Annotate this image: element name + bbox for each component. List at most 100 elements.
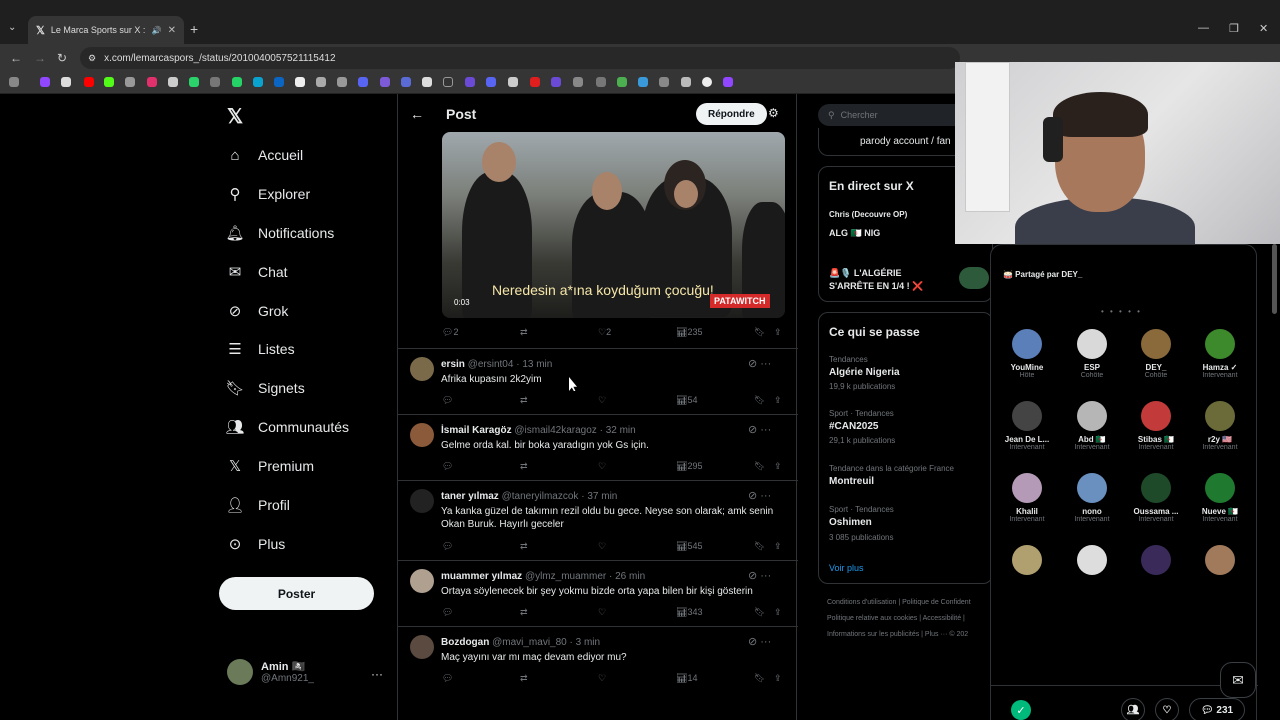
bookmark-icon-14[interactable] bbox=[316, 77, 326, 87]
speaker[interactable]: Stibas 🇩🇿 Intervenant bbox=[1128, 401, 1184, 451]
nav-explorer[interactable]: ⚲ Explorer bbox=[226, 182, 311, 206]
bookmark-icon-10[interactable] bbox=[232, 77, 242, 87]
apps-icon[interactable] bbox=[9, 77, 19, 87]
views-icon[interactable]: 📊︎ 545 bbox=[676, 541, 702, 552]
nav-chat[interactable]: ✉ Chat bbox=[226, 260, 288, 284]
nav-accueil[interactable]: ⌂ Accueil bbox=[226, 143, 303, 167]
bookmark-icon-28[interactable] bbox=[617, 77, 627, 87]
nav-profil[interactable]: 👤︎ Profil bbox=[225, 493, 289, 517]
forward-icon[interactable]: → bbox=[34, 51, 46, 65]
like-icon[interactable]: ♡ 2 bbox=[598, 327, 611, 338]
reply-tweet[interactable]: ersin @ersint04 · 13 min ⊘ ··· Afrika ku… bbox=[398, 348, 798, 414]
speaker[interactable] bbox=[1064, 545, 1120, 575]
share-icon[interactable]: ⇪ bbox=[774, 541, 782, 552]
reply-button[interactable]: Répondre bbox=[696, 103, 767, 125]
account-more-icon[interactable]: ··· bbox=[371, 667, 383, 681]
more-icon[interactable]: ⊘ ··· bbox=[748, 489, 771, 502]
footer-links[interactable]: Conditions d'utilisation | Politique de … bbox=[827, 599, 971, 606]
account-switcher[interactable]: Amin 🏴‍☠️ @Amn921_ bbox=[227, 659, 314, 685]
bookmark-icon-29[interactable] bbox=[638, 77, 648, 87]
speaker[interactable]: Oussama ... Intervenant bbox=[1128, 473, 1184, 523]
speaker[interactable]: DEY_ Cohôte bbox=[1128, 329, 1184, 379]
retweet-icon[interactable]: ⇄ bbox=[520, 607, 528, 618]
bookmark-icon-22[interactable] bbox=[486, 77, 496, 87]
reply-tweet[interactable]: İsmail Karagöz @ismail42karagoz · 32 min… bbox=[398, 414, 798, 480]
nav-grok[interactable]: ⊘ Grok bbox=[226, 299, 289, 323]
nav-listes[interactable]: ☰ Listes bbox=[226, 337, 294, 361]
views-icon[interactable]: 📊︎ 235 bbox=[676, 327, 702, 338]
bookmark-icon-30[interactable] bbox=[659, 77, 669, 87]
views-icon[interactable]: 📊︎ 343 bbox=[676, 607, 702, 618]
x-logo-icon[interactable]: 𝕏 bbox=[227, 104, 243, 129]
bookmark-icon-24[interactable] bbox=[530, 77, 540, 87]
back-arrow-icon[interactable]: ← bbox=[410, 106, 424, 122]
carousel-dots[interactable]: • • • • • bbox=[1101, 307, 1142, 316]
page-scrollbar[interactable] bbox=[1272, 244, 1277, 314]
views-icon[interactable]: 📊︎ 14 bbox=[676, 673, 697, 684]
like-icon[interactable]: ♡ bbox=[598, 541, 606, 552]
speaker[interactable]: Khalil Intervenant bbox=[999, 473, 1055, 523]
bookmark-icon-21[interactable] bbox=[465, 77, 475, 87]
nav-notifications[interactable]: 🔔︎ Notifications bbox=[225, 221, 334, 245]
tab-close-icon[interactable]: ✕ bbox=[168, 25, 176, 36]
bookmark-icon-19[interactable] bbox=[422, 77, 432, 87]
like-icon[interactable]: ♡ bbox=[598, 461, 606, 472]
speaker[interactable]: ESP Cohôte bbox=[1064, 329, 1120, 379]
share-icon[interactable]: ⇪ bbox=[774, 607, 782, 618]
more-icon[interactable]: ⊘ ··· bbox=[748, 357, 771, 370]
more-icon[interactable]: ⊘ ··· bbox=[748, 635, 771, 648]
bookmark-icon-17[interactable] bbox=[380, 77, 390, 87]
speaker[interactable]: r2y 🇺🇸 Intervenant bbox=[1192, 401, 1248, 451]
bookmark-icon-13[interactable] bbox=[295, 77, 305, 87]
speaker[interactable]: YouMine Hôte bbox=[999, 329, 1055, 379]
bookmark-icon-15[interactable] bbox=[337, 77, 347, 87]
footer-links[interactable]: Politique relative aux cookies | Accessi… bbox=[827, 615, 965, 622]
reply-icon[interactable]: 💬︎ bbox=[442, 395, 453, 406]
reply-icon[interactable]: 💬︎ bbox=[442, 673, 453, 684]
speaker[interactable] bbox=[1192, 545, 1248, 575]
trend-name[interactable]: Montreuil bbox=[829, 476, 874, 487]
nav-plus[interactable]: ⊙ Plus bbox=[226, 532, 286, 556]
speaker[interactable]: nono Intervenant bbox=[1064, 473, 1120, 523]
nav-premium[interactable]: 𝕏 Premium bbox=[226, 454, 314, 478]
url-bar[interactable]: ⚙ x.com/lemarcaspors_/status/20100400575… bbox=[80, 47, 960, 69]
speaker[interactable] bbox=[999, 545, 1055, 575]
bookmark-icon[interactable]: 🔖︎ bbox=[754, 607, 765, 618]
more-icon[interactable]: ⊘ ··· bbox=[748, 423, 771, 436]
retweet-icon[interactable]: ⇄ bbox=[520, 327, 528, 338]
back-icon[interactable]: ← bbox=[10, 51, 22, 65]
bookmark-youtube-icon[interactable] bbox=[84, 77, 94, 87]
views-icon[interactable]: 📊︎ 295 bbox=[676, 461, 702, 472]
retweet-icon[interactable]: ⇄ bbox=[520, 395, 528, 406]
trend-name[interactable]: #CAN2025 bbox=[829, 421, 878, 432]
comments-button[interactable]: 💬︎ 231 bbox=[1189, 698, 1245, 720]
like-icon[interactable]: ♡ bbox=[598, 607, 606, 618]
bookmark-kick-icon[interactable] bbox=[104, 77, 114, 87]
reply-tweet[interactable]: taner yılmaz @taneryilmazcok · 37 min ⊘ … bbox=[398, 480, 798, 560]
site-info-icon[interactable]: ⚙ bbox=[88, 53, 96, 64]
reply-icon[interactable]: 💬︎ 2 bbox=[442, 327, 458, 338]
bookmark-x-icon[interactable] bbox=[61, 77, 71, 87]
people-button[interactable]: 👥︎ bbox=[1121, 698, 1145, 720]
bookmark-icon-31[interactable] bbox=[681, 77, 691, 87]
share-icon[interactable]: ⇪ bbox=[774, 673, 782, 684]
window-close-icon[interactable]: ✕ bbox=[1259, 22, 1268, 35]
minimize-icon[interactable]: — bbox=[1198, 22, 1209, 34]
reload-icon[interactable]: ↻ bbox=[57, 51, 67, 65]
see-more-link[interactable]: Voir plus bbox=[829, 563, 864, 573]
share-icon[interactable]: ⇪ bbox=[774, 395, 782, 406]
reply-tweet[interactable]: muammer yılmaz @ylmz_muammer · 26 min ⊘ … bbox=[398, 560, 798, 626]
bookmark-icon-11[interactable] bbox=[253, 77, 263, 87]
bookmark-linkedin-icon[interactable] bbox=[274, 77, 284, 87]
speaker[interactable]: Jean De L... Intervenant bbox=[999, 401, 1055, 451]
bookmark-icon-16[interactable] bbox=[358, 77, 368, 87]
speaker[interactable]: Abd 🇩🇿 Intervenant bbox=[1064, 401, 1120, 451]
nav-signets[interactable]: 🔖︎ Signets bbox=[225, 376, 304, 400]
search-input[interactable]: ⚲ Chercher bbox=[818, 104, 968, 126]
bookmark-icon-26[interactable] bbox=[573, 77, 583, 87]
bookmark-instagram-icon[interactable] bbox=[147, 77, 157, 87]
check-icon[interactable]: ✓ bbox=[1011, 700, 1031, 720]
bookmark-icon-33[interactable] bbox=[723, 77, 733, 87]
like-icon[interactable]: ♡ bbox=[598, 673, 606, 684]
bookmark-icon[interactable]: 🔖︎ bbox=[754, 673, 765, 684]
